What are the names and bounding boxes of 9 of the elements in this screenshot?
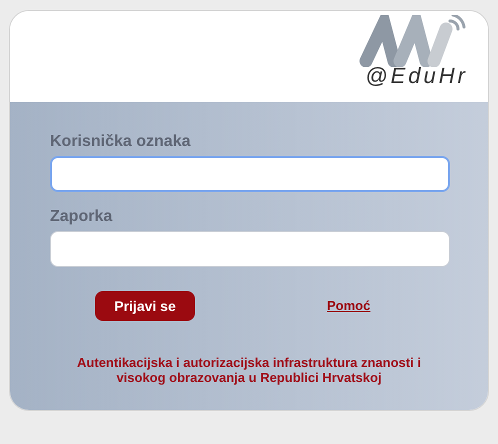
field-label: Korisnička oznaka bbox=[50, 132, 192, 152]
footer-text: Autentikacijska i autorizacijska infrastruktura znanosti i visokog obrazovanja u Republici Hrvatskoj bbox=[76, 355, 422, 385]
password-field[interactable] bbox=[50, 231, 450, 267]
help-link[interactable]: Pomoć bbox=[327, 296, 370, 316]
logo-icon bbox=[358, 15, 468, 67]
login-button[interactable]: Prijavi se bbox=[95, 291, 195, 321]
username-field[interactable] bbox=[50, 156, 450, 192]
field-label: Zaporka bbox=[50, 207, 114, 227]
logo-text: @EduHr bbox=[365, 65, 468, 87]
